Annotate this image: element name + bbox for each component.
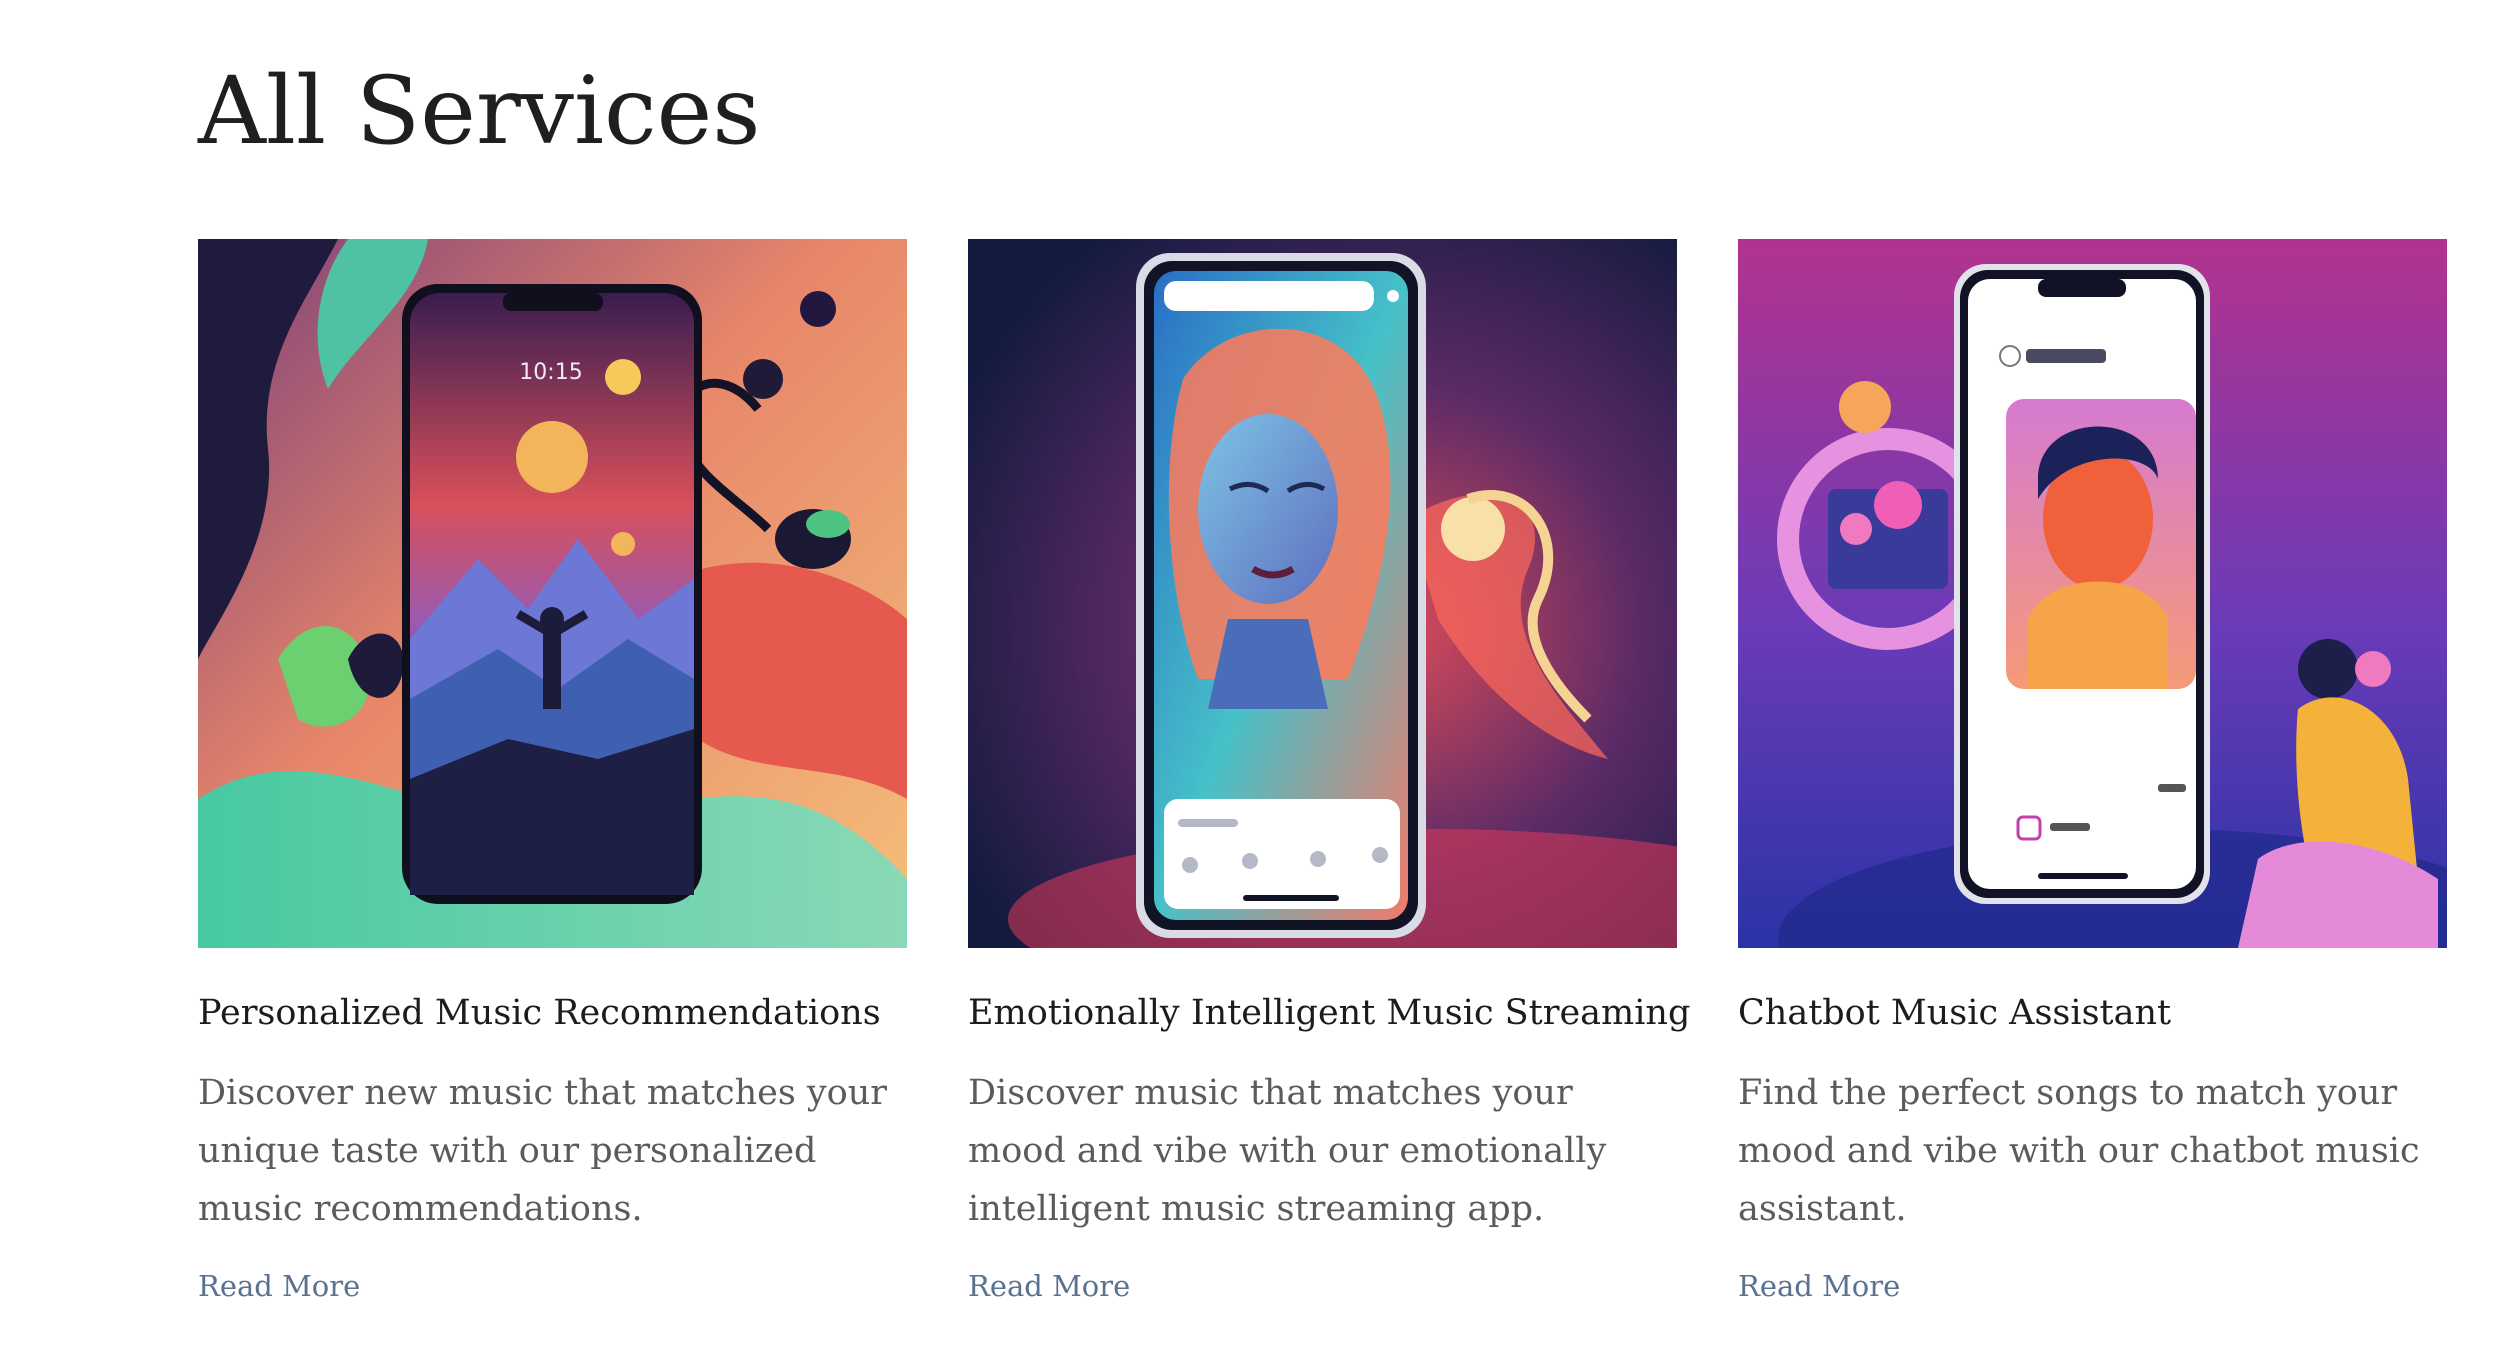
service-image-personalized-recommendations[interactable]: 10:15 [198,239,907,948]
service-description: Discover new music that matches your uni… [198,1073,888,1229]
phone-woman-illustration [968,239,1677,948]
service-card-chatbot-assistant: Chatbot Music Assistant Find the perfect… [1738,239,2447,1306]
read-more-link[interactable]: Read More [968,1266,1130,1306]
service-card-emotional-streaming: Emotionally Intelligent Music Streaming … [968,239,1690,1306]
services-grid: 10:15 Personalized Music Recommendations… [198,239,2447,1306]
service-description: Discover music that matches your mood an… [968,1073,1607,1229]
service-card-personalized-recommendations: 10:15 Personalized Music Recommendations… [198,239,907,1306]
service-description: Find the perfect songs to match your moo… [1738,1073,2420,1229]
page-title: All Services [198,57,761,166]
service-image-chatbot-assistant[interactable] [1738,239,2447,948]
service-title[interactable]: Chatbot Music Assistant [1738,990,2447,1036]
read-more-link[interactable]: Read More [1738,1266,1900,1306]
service-image-emotional-streaming[interactable] [968,239,1677,948]
service-title[interactable]: Personalized Music Recommendations [198,990,907,1036]
phone-chatbot-illustration [1738,239,2447,948]
service-title[interactable]: Emotionally Intelligent Music Streaming [968,990,1690,1036]
phone-clock-text: 10:15 [519,360,582,385]
read-more-link[interactable]: Read More [198,1266,360,1306]
phone-mountain-illustration: 10:15 [198,239,907,948]
